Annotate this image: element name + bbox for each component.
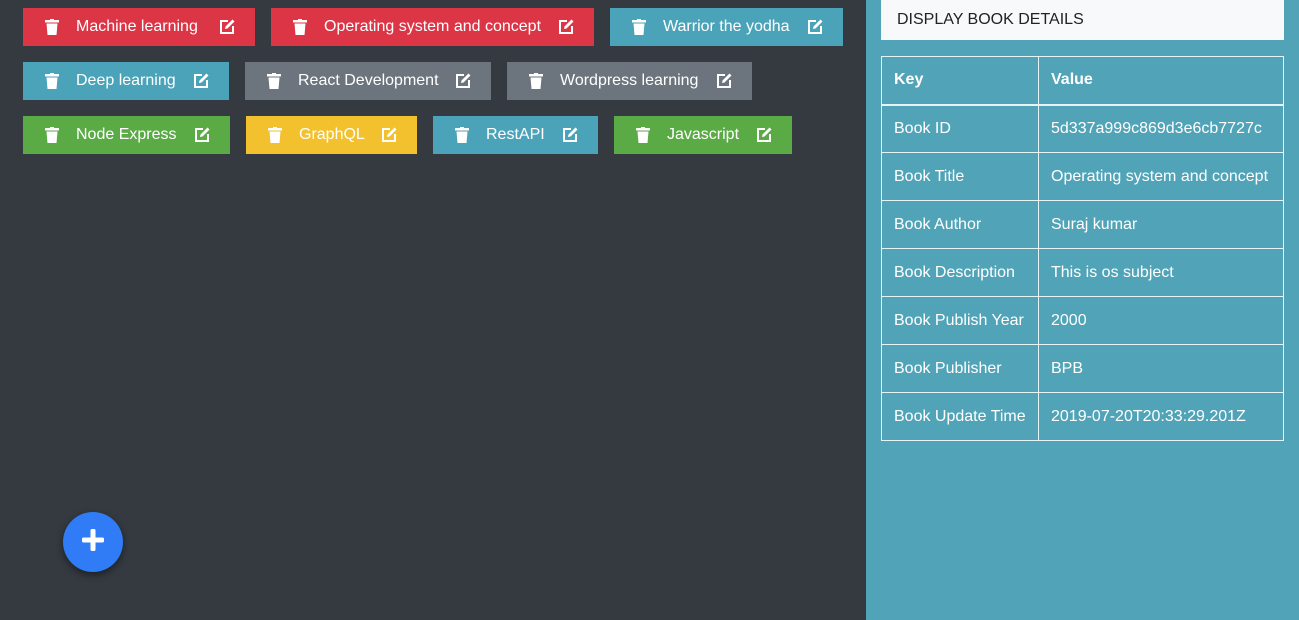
- edit-icon[interactable]: [381, 127, 397, 143]
- row-key: Book Author: [881, 200, 1039, 249]
- row-value: 5d337a999c869d3e6cb7727c: [1038, 104, 1284, 153]
- book-item-wordpress-learning[interactable]: Wordpress learning: [507, 62, 752, 100]
- trash-icon[interactable]: [44, 126, 60, 144]
- row-value: 2000: [1038, 296, 1284, 345]
- book-item-deep-learning[interactable]: Deep learning: [23, 62, 229, 100]
- book-item-graphql[interactable]: GraphQL: [246, 116, 417, 154]
- book-item-node-express[interactable]: Node Express: [23, 116, 230, 154]
- details-table: Key Value Book ID 5d337a999c869d3e6cb772…: [881, 56, 1284, 441]
- trash-icon[interactable]: [635, 126, 651, 144]
- trash-icon[interactable]: [528, 72, 544, 90]
- book-title[interactable]: Operating system and concept: [324, 18, 544, 36]
- row-key: Book Publish Year: [881, 296, 1039, 345]
- row-key: Book Description: [881, 248, 1039, 297]
- book-title[interactable]: Warrior the yodha: [663, 18, 793, 36]
- row-value: BPB: [1038, 344, 1284, 393]
- trash-icon[interactable]: [631, 18, 647, 36]
- table-row: Book Author Suraj kumar: [881, 200, 1284, 249]
- row-key: Book Title: [881, 152, 1039, 201]
- book-title[interactable]: React Development: [298, 72, 441, 90]
- edit-icon[interactable]: [193, 73, 209, 89]
- book-title[interactable]: Wordpress learning: [560, 72, 702, 90]
- edit-icon[interactable]: [807, 19, 823, 35]
- table-row: Book Description This is os subject: [881, 248, 1284, 297]
- book-item-restapi[interactable]: RestAPI: [433, 116, 598, 154]
- edit-icon[interactable]: [756, 127, 772, 143]
- table-header-row: Key Value: [881, 56, 1284, 105]
- book-list-area: Machine learning Operating system and co…: [0, 0, 866, 620]
- row-value: 2019-07-20T20:33:29.201Z: [1038, 392, 1284, 441]
- panel-title: DISPLAY BOOK DETAILS: [881, 0, 1284, 40]
- row-key: Book ID: [881, 104, 1039, 153]
- edit-icon[interactable]: [562, 127, 578, 143]
- book-title[interactable]: Javascript: [667, 126, 742, 144]
- key-column-header: Key: [881, 56, 1039, 105]
- row-value: Suraj kumar: [1038, 200, 1284, 249]
- book-item-react-development[interactable]: React Development: [245, 62, 491, 100]
- book-title[interactable]: Machine learning: [76, 18, 205, 36]
- table-row: Book Publisher BPB: [881, 344, 1284, 393]
- trash-icon[interactable]: [292, 18, 308, 36]
- plus-icon: [82, 528, 104, 556]
- row-value: This is os subject: [1038, 248, 1284, 297]
- book-item-javascript[interactable]: Javascript: [614, 116, 792, 154]
- book-title[interactable]: Node Express: [76, 126, 180, 144]
- book-item-operating-system[interactable]: Operating system and concept: [271, 8, 594, 46]
- row-key: Book Publisher: [881, 344, 1039, 393]
- book-item-machine-learning[interactable]: Machine learning: [23, 8, 255, 46]
- book-title[interactable]: GraphQL: [299, 126, 367, 144]
- trash-icon[interactable]: [266, 72, 282, 90]
- row-value: Operating system and concept: [1038, 152, 1284, 201]
- edit-icon[interactable]: [194, 127, 210, 143]
- table-row: Book ID 5d337a999c869d3e6cb7727c: [881, 104, 1284, 153]
- edit-icon[interactable]: [716, 73, 732, 89]
- trash-icon[interactable]: [454, 126, 470, 144]
- book-details-panel: DISPLAY BOOK DETAILS Key Value Book ID 5…: [866, 0, 1299, 620]
- table-row: Book Title Operating system and concept: [881, 152, 1284, 201]
- edit-icon[interactable]: [219, 19, 235, 35]
- trash-icon[interactable]: [44, 72, 60, 90]
- book-title[interactable]: RestAPI: [486, 126, 548, 144]
- trash-icon[interactable]: [44, 18, 60, 36]
- row-key: Book Update Time: [881, 392, 1039, 441]
- edit-icon[interactable]: [455, 73, 471, 89]
- table-row: Book Update Time 2019-07-20T20:33:29.201…: [881, 392, 1284, 441]
- table-row: Book Publish Year 2000: [881, 296, 1284, 345]
- trash-icon[interactable]: [267, 126, 283, 144]
- value-column-header: Value: [1038, 56, 1284, 105]
- add-book-button[interactable]: [63, 512, 123, 572]
- book-title[interactable]: Deep learning: [76, 72, 179, 90]
- book-item-warrior-the-yodha[interactable]: Warrior the yodha: [610, 8, 843, 46]
- edit-icon[interactable]: [558, 19, 574, 35]
